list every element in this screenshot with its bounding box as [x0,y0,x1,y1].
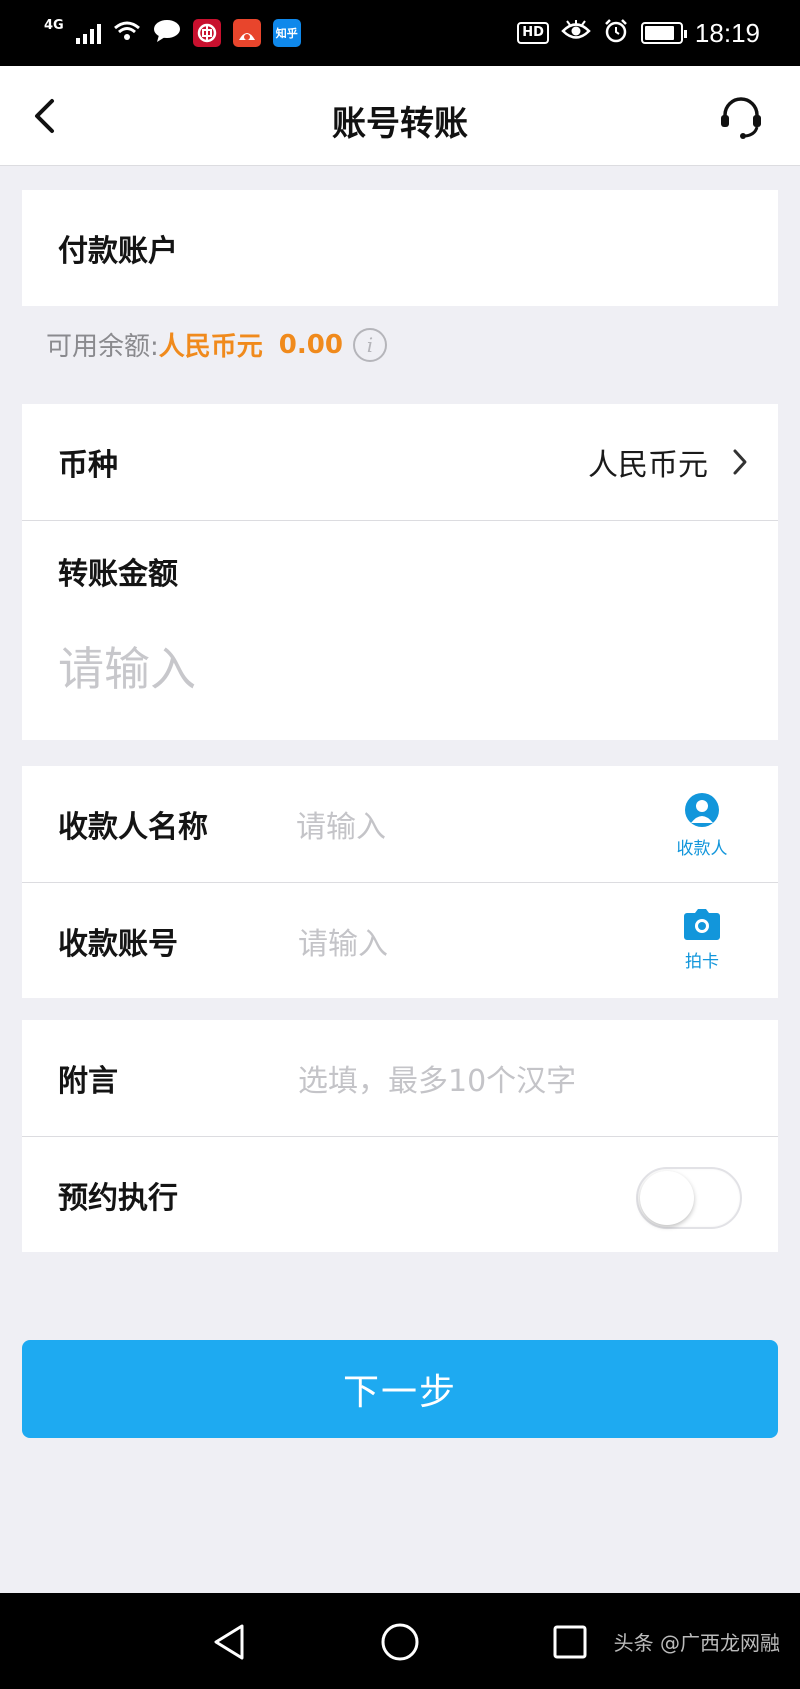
payee-account-row: 收款账号 请输入 拍卡 [22,882,778,998]
scan-card-button[interactable]: 拍卡 [666,909,738,972]
balance-label: 可用余额: [46,332,159,362]
app-header: 账号转账 [0,66,800,166]
payee-name-input[interactable]: 请输入 [296,802,386,846]
status-left: 4G 知乎 [44,17,301,47]
nav-back-button[interactable] [204,1617,254,1667]
chevron-right-icon [732,448,748,480]
message-icon [153,19,181,47]
square-recents-icon [553,1625,587,1659]
payee-account-label: 收款账号 [58,926,178,962]
select-payee-button[interactable]: 收款人 [666,792,738,859]
currency-value: 人民币元 [588,448,708,483]
balance-amount: 0.00 [278,329,343,360]
next-step-button[interactable]: 下一步 [22,1340,778,1438]
zhihu-app-icon: 知乎 [272,19,301,47]
payer-account-card[interactable]: 付款账户 [22,190,778,306]
payee-name-label: 收款人名称 [58,810,208,845]
amount-row: 转账金额 请输入 [22,520,778,740]
payee-card: 收款人名称 请输入 收款人 收款账号 请输入 拍卡 [22,766,778,998]
headset-icon [721,97,761,139]
balance-currency: 人民币元 [158,332,263,362]
battery-icon [640,22,687,44]
bank-app-icon [192,19,221,47]
toggle-knob [640,1171,694,1225]
news-app-icon [232,19,261,47]
page-title: 账号转账 [332,104,468,144]
memo-input[interactable]: 选填，最多10个汉字 [298,1056,576,1100]
amount-input[interactable]: 请输入 [58,633,742,699]
amount-label: 转账金额 [58,557,178,592]
system-nav-bar: 头条 @广西龙网融 [0,1593,800,1689]
currency-row[interactable]: 币种 人民币元 [22,404,778,520]
payee-name-row: 收款人名称 请输入 收款人 [22,766,778,882]
person-icon [685,793,719,827]
status-right: HD 18:19 [517,18,760,49]
hd-indicator: HD [517,22,549,44]
triangle-back-icon [214,1624,244,1660]
schedule-label: 预约执行 [58,1180,178,1216]
info-icon[interactable]: i [352,327,387,362]
clock: 18:19 [694,17,760,48]
nav-recents-button[interactable] [545,1617,595,1667]
circle-home-icon [381,1623,419,1661]
payee-account-input[interactable]: 请输入 [298,919,388,963]
scan-card-label: 拍卡 [685,952,719,972]
memo-card: 附言 选填，最多10个汉字 预约执行 [22,1020,778,1252]
memo-label: 附言 [58,1064,118,1099]
customer-service-button[interactable] [716,92,766,142]
eye-icon [561,20,591,46]
camera-icon [684,909,720,940]
payer-account-row[interactable]: 付款账户 [22,190,778,306]
watermark-text: 头条 @广西龙网融 [613,1631,780,1655]
schedule-toggle[interactable] [636,1167,742,1229]
nav-home-button[interactable] [375,1617,425,1667]
currency-amount-card: 币种 人民币元 转账金额 请输入 [22,404,778,740]
available-balance: 可用余额: 人民币元 0.00 i [46,326,387,363]
schedule-row: 预约执行 [22,1136,778,1252]
alarm-icon [603,18,629,48]
memo-row: 附言 选填，最多10个汉字 [22,1020,778,1136]
status-bar: 4G 知乎 HD 18:19 [0,0,800,66]
network-type: 4G [44,17,64,33]
signal-icon [75,22,101,44]
payer-account-label: 付款账户 [58,234,178,269]
currency-label: 币种 [58,448,118,483]
wifi-icon [113,20,141,46]
select-payee-label: 收款人 [676,839,728,859]
